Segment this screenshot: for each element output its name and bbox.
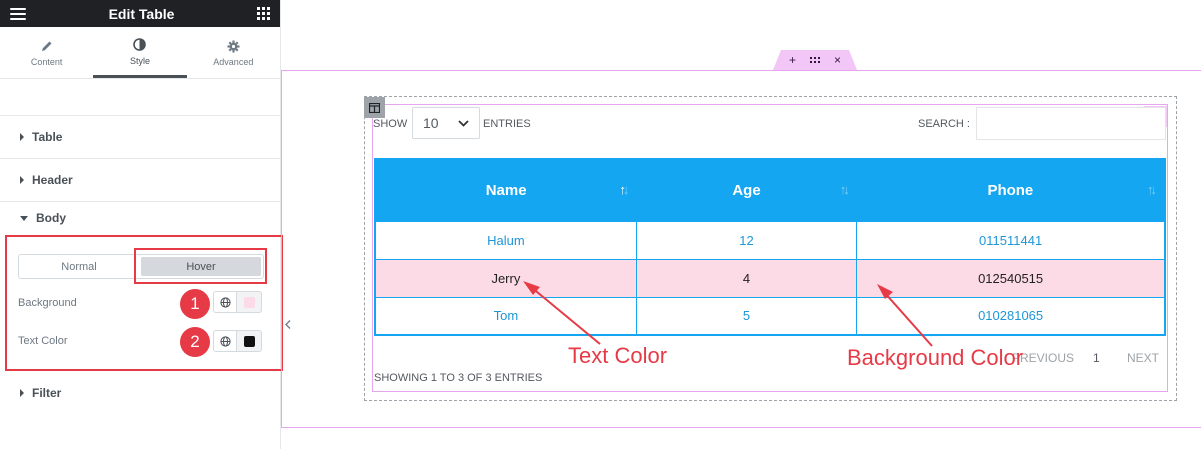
table-cell: 12 <box>635 220 858 260</box>
background-label: Background <box>18 297 77 309</box>
tab-advanced-label: Advanced <box>213 57 254 67</box>
caret-right-icon <box>20 176 24 184</box>
column-header-phone[interactable]: Phone ↑↓ <box>856 159 1165 221</box>
column-handle-icon[interactable] <box>364 97 385 118</box>
tab-style-label: Style <box>129 55 150 66</box>
table-cell: 010281065 <box>856 296 1166 336</box>
annotation-badge-1: 1 <box>180 289 210 319</box>
table-cell: Jerry <box>374 258 637 298</box>
panel-spacer <box>0 79 280 116</box>
table-cell: 4 <box>635 258 858 298</box>
panel-tabs: Content Style Advanced <box>0 27 280 79</box>
table-cell: Halum <box>374 220 637 260</box>
annotation-text-color: Text Color <box>568 343 668 368</box>
caret-right-icon <box>20 388 24 397</box>
column-header-label: Phone <box>987 181 1034 199</box>
widgets-grid-icon[interactable] <box>256 7 270 20</box>
tab-advanced[interactable]: Advanced <box>187 27 280 78</box>
section-header[interactable]: Header <box>0 159 280 202</box>
sort-icon: ↑↓ <box>1147 182 1157 197</box>
section-body-label: Body <box>36 210 66 225</box>
entries-select[interactable]: 10 <box>412 107 480 139</box>
collapse-panel-handle[interactable] <box>281 305 295 343</box>
show-label: SHOW <box>373 118 408 130</box>
background-color-picker[interactable] <box>237 291 262 313</box>
text-color-swatch <box>243 335 255 347</box>
section-handle[interactable]: + × <box>773 50 857 70</box>
highlight-box-hover-tab <box>134 248 267 284</box>
text-color-picker[interactable] <box>237 330 262 352</box>
background-color-swatch <box>243 296 255 308</box>
gear-icon <box>227 38 240 54</box>
pagination-next[interactable]: NEXT <box>1127 351 1159 365</box>
chevron-down-icon <box>458 119 469 127</box>
table-cell: Tom <box>374 296 637 336</box>
column-header-age[interactable]: Age ↑↓ <box>636 159 857 221</box>
section-body[interactable]: Body <box>0 202 280 233</box>
menu-icon[interactable] <box>10 7 26 20</box>
sort-icon: ↑↓ <box>839 182 850 197</box>
table-cell: 011511441 <box>856 220 1166 260</box>
table-row-hovered[interactable]: Jerry 4 012540515 <box>374 258 1166 298</box>
section-outline-top <box>281 70 1201 71</box>
entries-value: 10 <box>423 115 439 131</box>
pencil-icon <box>41 38 53 54</box>
annotation-badge-2: 2 <box>180 327 210 357</box>
section-filter[interactable]: Filter <box>0 371 281 414</box>
caret-right-icon <box>20 133 24 141</box>
showing-entries: SHOWING 1 TO 3 OF 3 ENTRIES <box>374 372 543 384</box>
section-table-label: Table <box>32 130 63 144</box>
panel-header: Edit Table <box>0 0 280 27</box>
column-header-label: Name <box>485 181 527 199</box>
section-table[interactable]: Table <box>0 116 280 159</box>
text-color-label: Text Color <box>18 335 68 347</box>
tab-content[interactable]: Content <box>0 27 93 78</box>
pagination-page[interactable]: 1 <box>1093 351 1100 365</box>
table-row[interactable]: Tom 5 010281065 <box>374 296 1166 336</box>
drag-handle-icon[interactable] <box>810 57 820 63</box>
column-header-name[interactable]: Name ↑↓ <box>375 159 637 221</box>
section-outline-left <box>281 70 282 428</box>
data-table: Name ↑↓ Age ↑↓ Phone ↑↓ Halum 12 0115114… <box>374 158 1166 336</box>
add-section-icon[interactable]: + <box>789 53 796 67</box>
search-label: SEARCH : <box>918 118 970 130</box>
section-header-label: Header <box>32 173 73 187</box>
global-colors-icon[interactable] <box>213 330 237 352</box>
caret-down-icon <box>20 215 28 221</box>
chevron-left-icon <box>285 319 291 329</box>
close-icon[interactable]: × <box>834 53 841 67</box>
global-colors-icon[interactable] <box>213 291 237 313</box>
column-header-label: Age <box>732 181 761 199</box>
half-circle-icon <box>133 37 147 53</box>
entries-label: ENTRIES <box>483 118 531 130</box>
tab-content-label: Content <box>30 57 63 67</box>
table-cell: 012540515 <box>856 258 1166 298</box>
section-outline-bottom <box>281 427 1201 428</box>
editor-screen: Edit Table Content Style Advanced Table … <box>0 0 1201 449</box>
annotation-background-color: Background Color <box>847 345 1024 370</box>
table-header-row: Name ↑↓ Age ↑↓ Phone ↑↓ <box>375 159 1165 221</box>
section-filter-label: Filter <box>32 385 62 400</box>
search-input[interactable] <box>976 107 1166 140</box>
table-row[interactable]: Halum 12 011511441 <box>374 220 1166 260</box>
tab-style[interactable]: Style <box>93 27 187 78</box>
sort-icon: ↑↓ <box>619 182 629 197</box>
panel-title: Edit Table <box>108 5 175 22</box>
table-cell: 5 <box>635 296 858 336</box>
